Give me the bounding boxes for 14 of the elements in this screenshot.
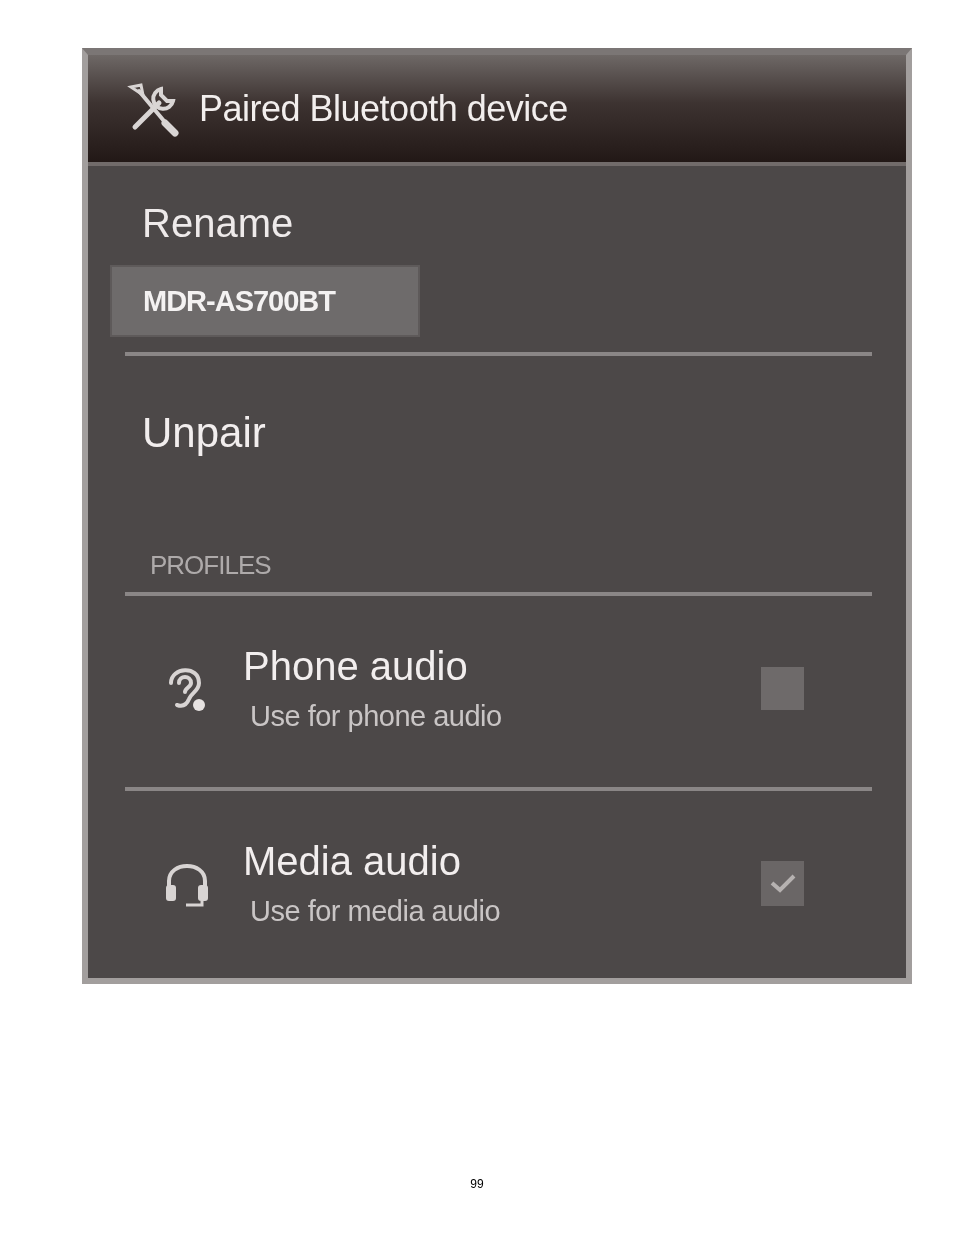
profile-title: Phone audio — [243, 643, 469, 690]
checkmark-icon — [769, 873, 796, 893]
profile-title: Media audio — [243, 838, 462, 885]
unpair-button[interactable]: Unpair — [142, 411, 266, 454]
dialog-title: Paired Bluetooth device — [199, 86, 568, 131]
rename-label: Rename — [142, 202, 294, 243]
profile-description: Use for media audio — [249, 894, 502, 929]
rename-field[interactable]: MDR-AS700BT — [110, 265, 420, 337]
checkbox[interactable] — [761, 860, 804, 906]
section-heading: PROFILES — [150, 552, 271, 578]
page-number: 99 — [470, 1176, 484, 1193]
checkbox[interactable] — [761, 666, 804, 710]
tools-icon — [125, 80, 181, 137]
profile-description: Use for phone audio — [249, 699, 503, 734]
